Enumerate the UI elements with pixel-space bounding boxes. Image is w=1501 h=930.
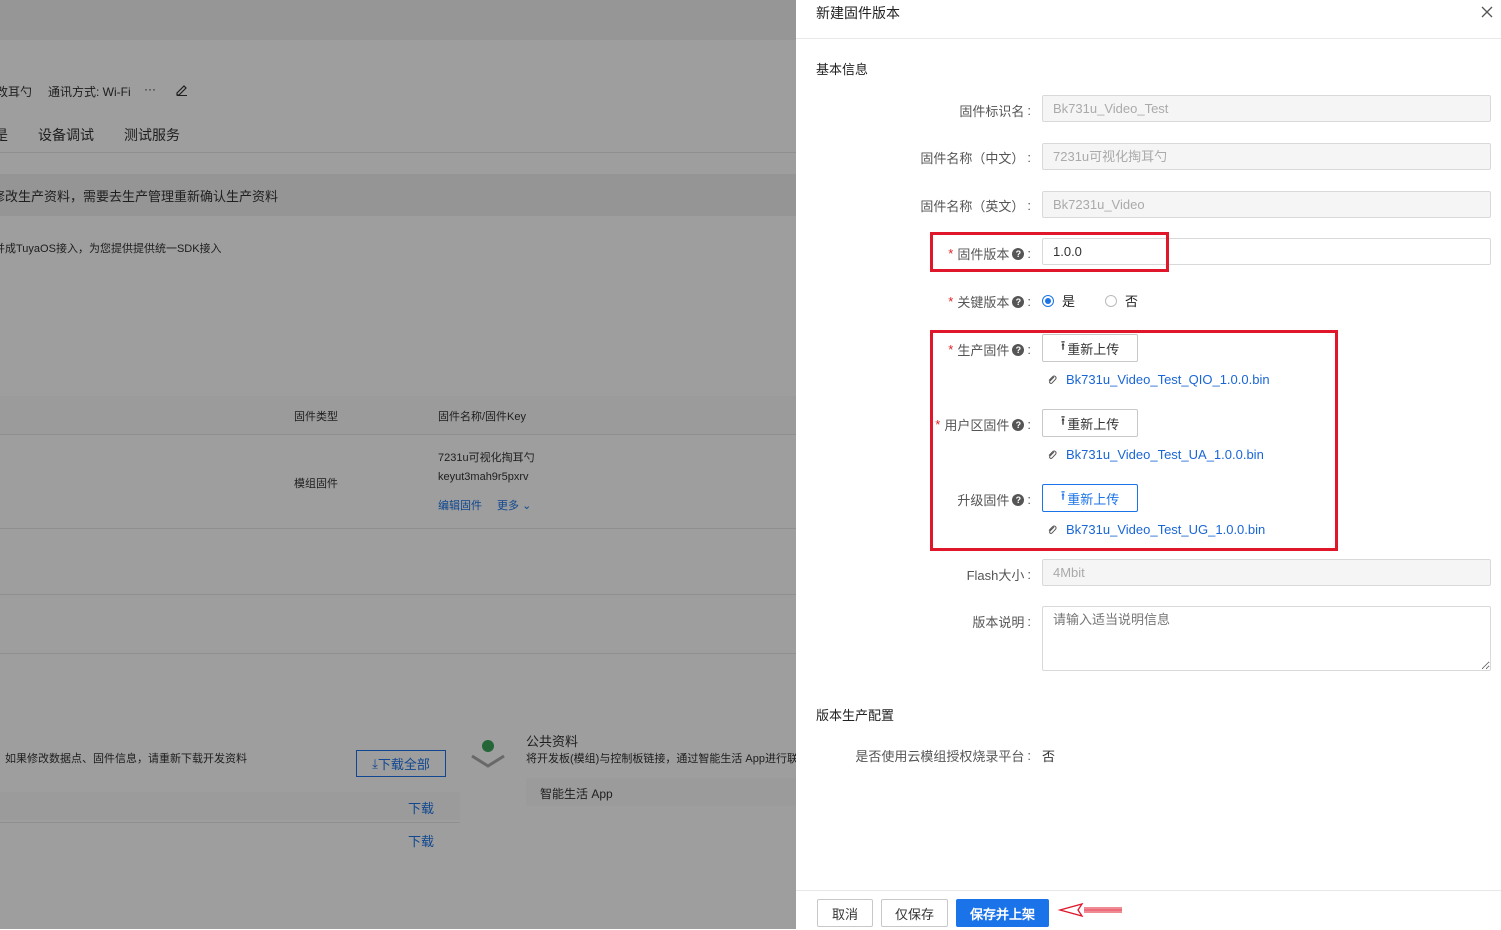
- name-cn-input: 7231u可视化掏耳勺: [1042, 143, 1491, 170]
- drawer-footer: 取消 仅保存 保存并上架: [796, 890, 1501, 930]
- prod-firmware-reupload-button[interactable]: ⭱ 重新上传: [1042, 334, 1138, 362]
- section-production-config: 版本生产配置: [816, 708, 895, 723]
- annotation-box-firmware-files: [930, 330, 1338, 551]
- version-desc-label-text: 版本说明: [972, 615, 1025, 630]
- drawer-title: 新建固件版本: [816, 5, 900, 21]
- user-firmware-reupload-button[interactable]: ⭱ 重新上传: [1042, 409, 1138, 437]
- upload-icon: ⭱: [1060, 413, 1066, 428]
- user-firmware-file-name: Bk731u_Video_Test_UA_1.0.0.bin: [1066, 447, 1264, 462]
- prod-firmware-file-link[interactable]: Bk731u_Video_Test_QIO_1.0.0.bin: [1046, 372, 1270, 387]
- key-version-no-label: 否: [1125, 294, 1139, 309]
- cancel-label: 取消: [831, 906, 858, 922]
- required-mark: *: [948, 246, 954, 261]
- version-desc-textarea[interactable]: [1042, 606, 1491, 671]
- paperclip-icon: [1048, 525, 1057, 534]
- upgrade-firmware-file-link[interactable]: Bk731u_Video_Test_UG_1.0.0.bin: [1046, 522, 1265, 537]
- firmware-id-input: Bk731u_Video_Test: [1042, 95, 1491, 122]
- help-icon[interactable]: ?: [1012, 247, 1025, 260]
- key-version-label-text: 关键版本: [957, 295, 1010, 310]
- upgrade-firmware-reupload-button[interactable]: ⭱ 重新上传: [1042, 484, 1138, 512]
- user-firmware-label: * 用户区固件?:: [935, 417, 1031, 433]
- prod-firmware-file-name: Bk731u_Video_Test_QIO_1.0.0.bin: [1066, 372, 1270, 387]
- cancel-button[interactable]: 取消: [817, 899, 873, 927]
- cloud-burn-label: 是否使用云模组授权烧录平台:: [855, 748, 1031, 764]
- name-cn-label: 固件名称（中文）:: [920, 150, 1031, 166]
- user-firmware-reupload-label: 重新上传: [1067, 416, 1120, 432]
- cloud-burn-label-text: 是否使用云模组授权烧录平台: [855, 749, 1025, 764]
- help-icon[interactable]: ?: [1012, 295, 1025, 308]
- name-en-label-text: 固件名称（英文）: [920, 199, 1025, 214]
- version-label: * 固件版本?:: [948, 246, 1031, 262]
- name-cn-label-text: 固件名称（中文）: [920, 151, 1025, 166]
- prod-firmware-label: * 生产固件?:: [948, 342, 1031, 358]
- key-version-yes-radio[interactable]: 是: [1042, 291, 1075, 310]
- key-version-no-radio[interactable]: 否: [1105, 291, 1138, 310]
- save-only-button[interactable]: 仅保存: [881, 899, 948, 927]
- flash-size-input: 4Mbit: [1042, 559, 1491, 586]
- required-mark: *: [948, 294, 954, 309]
- upload-icon: ⭱: [1060, 338, 1066, 353]
- required-mark: *: [935, 417, 941, 432]
- drawer-header: 新建固件版本: [796, 0, 1501, 39]
- flash-size-label: Flash大小:: [966, 567, 1031, 583]
- save-only-label: 仅保存: [894, 906, 934, 922]
- radio-checked-icon: [1042, 294, 1054, 307]
- save-and-publish-button[interactable]: 保存并上架: [956, 899, 1049, 927]
- upgrade-firmware-reupload-label: 重新上传: [1067, 491, 1120, 507]
- version-input[interactable]: [1042, 238, 1491, 265]
- user-firmware-label-text: 用户区固件: [944, 418, 1010, 433]
- user-firmware-file-link[interactable]: Bk731u_Video_Test_UA_1.0.0.bin: [1046, 447, 1264, 462]
- key-version-label: * 关键版本?:: [948, 294, 1031, 310]
- key-version-yes-label: 是: [1062, 294, 1076, 309]
- section-basic-info: 基本信息: [816, 62, 869, 77]
- help-icon[interactable]: ?: [1012, 418, 1025, 431]
- name-en-input: Bk7231u_Video: [1042, 191, 1491, 218]
- upload-icon: ⭱: [1060, 488, 1066, 503]
- firmware-id-label: 固件标识名:: [959, 103, 1031, 119]
- firmware-id-label-text: 固件标识名: [959, 104, 1025, 119]
- version-desc-label: 版本说明:: [972, 614, 1031, 630]
- save-and-publish-label: 保存并上架: [969, 906, 1035, 922]
- upgrade-firmware-label: 升级固件?:: [957, 492, 1031, 508]
- flash-size-label-text: Flash大小: [966, 568, 1025, 583]
- required-mark: *: [948, 342, 954, 357]
- close-icon[interactable]: [1477, 2, 1497, 22]
- annotation-arrow-icon: [1056, 901, 1124, 919]
- upgrade-firmware-label-text: 升级固件: [957, 493, 1010, 508]
- new-firmware-version-drawer: 新建固件版本 基本信息 固件标识名: Bk731u_Video_Test 固件名…: [796, 0, 1501, 929]
- prod-firmware-reupload-label: 重新上传: [1067, 341, 1120, 357]
- modal-overlay[interactable]: [0, 0, 796, 929]
- prod-firmware-label-text: 生产固件: [957, 343, 1010, 358]
- name-en-label: 固件名称（英文）:: [920, 198, 1031, 214]
- help-icon[interactable]: ?: [1012, 493, 1025, 506]
- radio-unchecked-icon: [1105, 294, 1117, 307]
- upgrade-firmware-file-name: Bk731u_Video_Test_UG_1.0.0.bin: [1066, 522, 1266, 537]
- paperclip-icon: [1048, 450, 1057, 459]
- help-icon[interactable]: ?: [1012, 343, 1025, 356]
- version-label-text: 固件版本: [957, 247, 1010, 262]
- cloud-burn-value: 否: [1042, 749, 1056, 764]
- paperclip-icon: [1048, 375, 1057, 384]
